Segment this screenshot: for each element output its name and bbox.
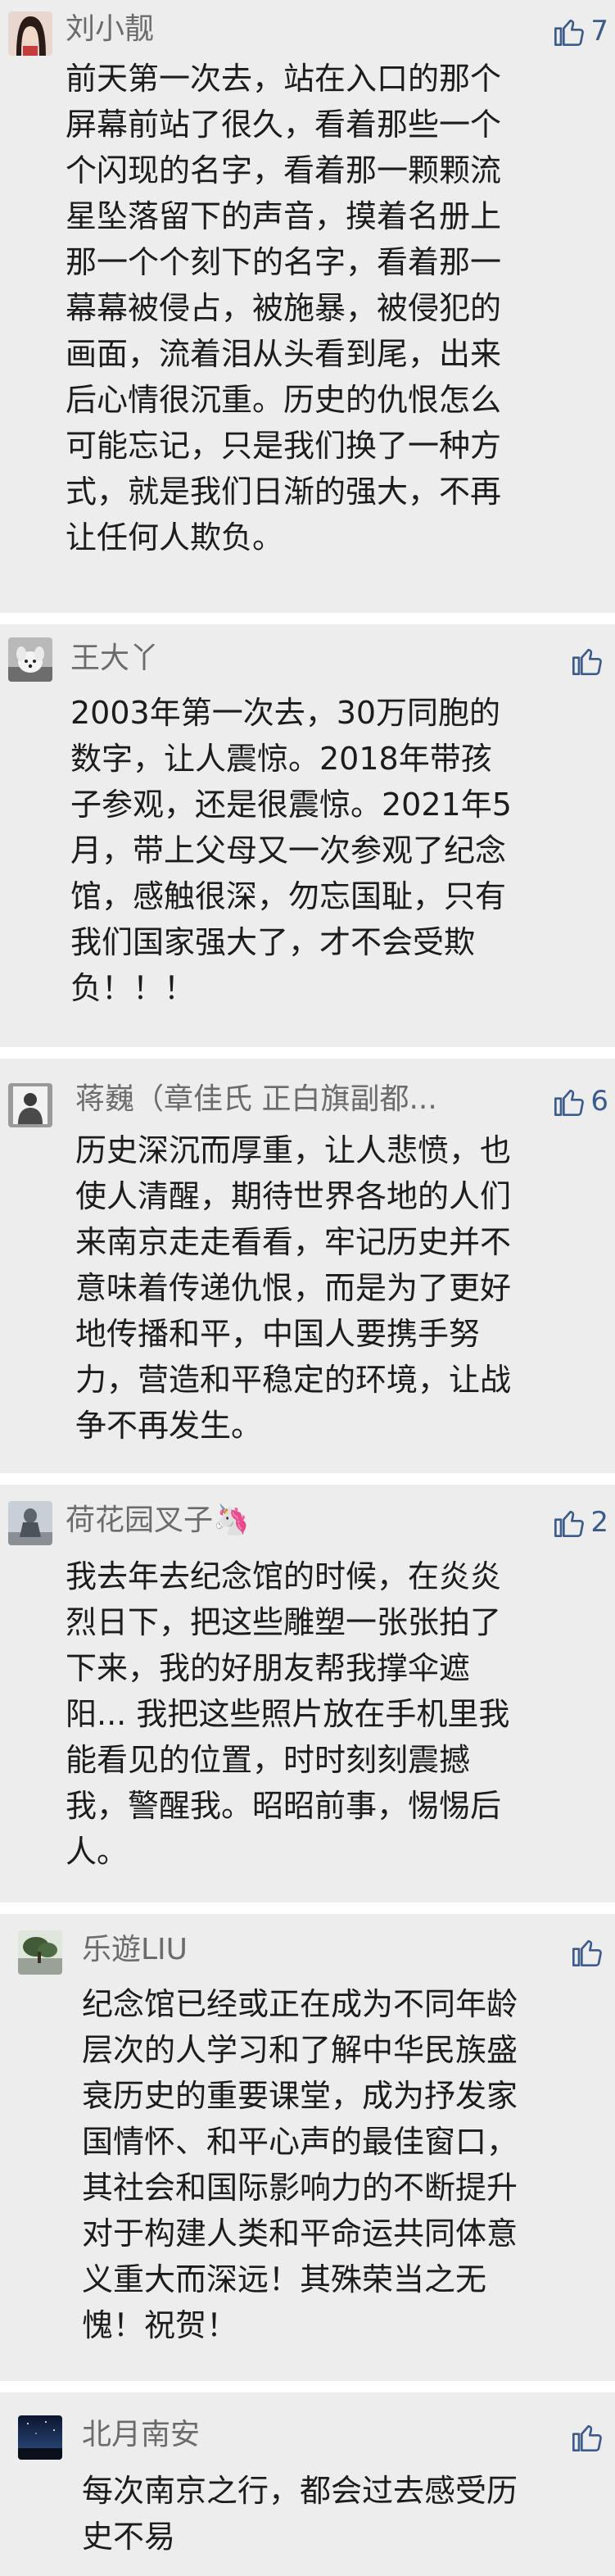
- thumbs-up-icon: [554, 1510, 585, 1537]
- comment-text: 历史深沉而厚重，让人悲愤，也 使人清醒，期待世界各地的人们 来南京走走看看，牢记…: [75, 1132, 512, 1444]
- comment-card: 王大丫 2003年第一次去，30万同胞的 数字，让人震惊。2018年带孩 子参观…: [0, 624, 615, 1047]
- comment-text: 每次南京之行，都会过去感受历 史不易: [82, 2473, 518, 2555]
- like-button[interactable]: 7: [553, 11, 608, 51]
- comment-text: 我去年去纪念馆的时候，在炎炎 烈日下，把这些雕塑一张张拍了 下来，我的好朋友帮我…: [66, 1558, 510, 1870]
- comment-card: 乐遊LIU 纪念馆已经或正在成为不同年龄 层次的人学习和了解中华民族盛 衰历史的…: [0, 1914, 615, 2381]
- like-count: 7: [590, 15, 608, 48]
- username[interactable]: 荷花园叉子🦄: [66, 1503, 475, 1539]
- comment-text: 前天第一次去，站在入口的那个 屏幕前站了很久，看着那些一个 个闪现的名字，看着那…: [66, 61, 502, 556]
- thumbs-up-icon: [572, 2424, 602, 2451]
- night-sky-avatar[interactable]: [18, 2415, 62, 2460]
- username[interactable]: 刘小靓: [66, 11, 459, 48]
- tree-avatar[interactable]: [18, 1930, 62, 1975]
- like-button[interactable]: 6: [553, 1082, 608, 1121]
- like-button[interactable]: [571, 2417, 608, 2456]
- like-count: 2: [590, 1506, 608, 1539]
- comment-card: 荷花园叉子🦄 2 我去年去纪念馆的时候，在炎炎 烈日下，把这些雕塑一张张拍了 下…: [0, 1485, 615, 1903]
- username[interactable]: 蒋巍（章佳氏 正白旗副都...: [75, 1082, 493, 1118]
- comment-card: 北月南安 每次南京之行，都会过去感受历 史不易: [0, 2392, 615, 2576]
- portrait-avatar[interactable]: [8, 1083, 52, 1127]
- username[interactable]: 北月南安: [82, 2417, 475, 2453]
- like-button[interactable]: [571, 1932, 608, 1971]
- like-button[interactable]: 2: [553, 1503, 608, 1542]
- comment-text: 纪念馆已经或正在成为不同年龄 层次的人学习和了解中华民族盛 衰历史的重要课堂，成…: [82, 1986, 518, 2343]
- username[interactable]: 乐遊LIU: [82, 1932, 475, 1968]
- thumbs-up-icon: [554, 1089, 585, 1116]
- like-count: 6: [590, 1085, 608, 1118]
- dog-avatar[interactable]: [8, 637, 52, 682]
- woman-avatar[interactable]: [8, 11, 52, 56]
- comment-text: 2003年第一次去，30万同胞的 数字，让人震惊。2018年带孩 子参观，还是很…: [70, 695, 512, 1006]
- statue-avatar[interactable]: [8, 1501, 52, 1545]
- comment-card: 刘小靓 7 前天第一次去，站在入口的那个 屏幕前站了很久，看着那些一个 个闪现的…: [0, 0, 615, 613]
- thumbs-up-icon: [572, 648, 602, 675]
- comment-card: 蒋巍（章佳氏 正白旗副都... 6 历史深沉而厚重，让人悲愤，也 使人清醒，期待…: [0, 1059, 615, 1473]
- thumbs-up-icon: [572, 1939, 602, 1966]
- like-button[interactable]: [571, 641, 608, 680]
- thumbs-up-icon: [554, 19, 585, 47]
- username[interactable]: 王大丫: [70, 641, 464, 677]
